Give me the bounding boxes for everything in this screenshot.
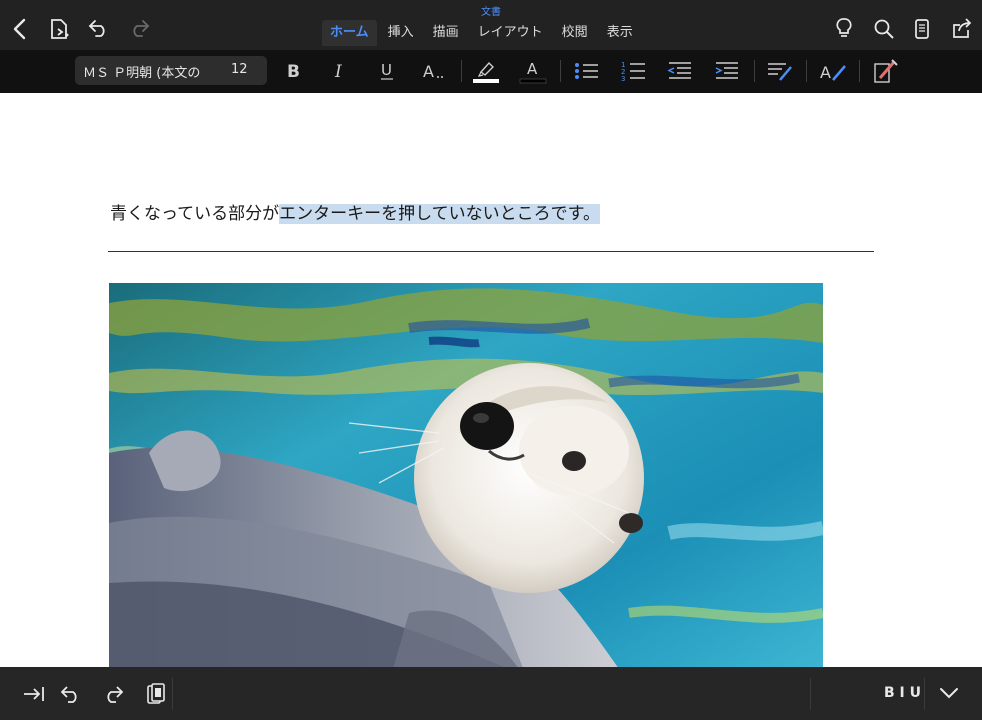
bullets-icon[interactable] (574, 58, 600, 84)
paste-icon[interactable] (146, 682, 166, 706)
svg-text:A: A (527, 60, 538, 78)
ribbon-tabs: ホーム 挿入 描画 レイアウト 校閲 表示 (322, 20, 644, 46)
tab-icon[interactable] (22, 684, 46, 704)
highlighted-text: エンターキーを押していないところです。 (279, 204, 600, 224)
document-title: 文書 (481, 7, 501, 18)
toolbar-separator (924, 678, 925, 710)
underline-icon[interactable]: U (376, 58, 398, 84)
ribbon-separator (754, 60, 755, 82)
ribbon-separator (560, 60, 561, 82)
ribbon-separator (461, 60, 462, 82)
svg-text:3: 3 (621, 75, 625, 82)
font-name[interactable]: ＭＳ Ｐ明朝 (本文の (83, 62, 208, 81)
horizontal-rule (108, 251, 874, 252)
tab-draw[interactable]: 描画 (425, 20, 467, 46)
undo-icon[interactable] (88, 18, 110, 38)
ribbon-separator (806, 60, 807, 82)
svg-text:A: A (820, 63, 831, 82)
font-selector[interactable]: ＭＳ Ｐ明朝 (本文の 12 (75, 56, 267, 85)
indent-icon[interactable] (714, 58, 740, 84)
italic-icon[interactable]: I (329, 58, 351, 84)
tab-view[interactable]: 表示 (599, 20, 641, 46)
document-paragraph[interactable]: 青くなっている部分がエンターキーを押していないところです。 (110, 199, 600, 224)
bold-icon[interactable]: B (282, 58, 304, 84)
file-icon[interactable] (50, 18, 70, 40)
share-icon[interactable] (951, 17, 973, 39)
highlighter-icon[interactable] (472, 58, 500, 84)
redo-icon[interactable] (102, 684, 124, 704)
toolbar-separator (172, 678, 173, 710)
text-effects-icon[interactable]: A (421, 58, 447, 84)
tab-review[interactable]: 校閲 (554, 20, 596, 46)
paragraph-text: 青くなっている部分が (110, 204, 280, 224)
clear-format-icon[interactable]: A (819, 58, 847, 84)
svg-text:I: I (334, 62, 342, 80)
redo-icon[interactable] (128, 18, 150, 38)
svg-text:A: A (423, 62, 434, 80)
biu-format-button[interactable]: B I U (884, 685, 921, 701)
sea-otter-photo[interactable] (109, 283, 823, 667)
tab-layout[interactable]: レイアウト (470, 20, 551, 46)
svg-text:B: B (287, 62, 300, 80)
search-icon[interactable] (873, 18, 895, 40)
back-icon[interactable] (10, 18, 30, 40)
undo-icon[interactable] (60, 684, 82, 704)
format-painter-icon[interactable] (872, 58, 900, 84)
styles-icon[interactable] (766, 58, 794, 84)
lightbulb-icon[interactable] (835, 17, 853, 39)
collapse-icon[interactable] (938, 685, 960, 701)
phone-view-icon[interactable] (914, 18, 930, 40)
font-size[interactable]: 12 (231, 62, 248, 77)
font-color-icon[interactable]: A (519, 58, 547, 84)
svg-text:U: U (381, 61, 392, 79)
numbering-icon[interactable]: 123 (621, 58, 647, 84)
toolbar-separator (810, 678, 811, 710)
document-page[interactable]: 青くなっている部分がエンターキーを押していないところです。 (0, 93, 982, 667)
outdent-icon[interactable] (667, 58, 693, 84)
ribbon-separator (859, 60, 860, 82)
tab-insert[interactable]: 挿入 (380, 20, 422, 46)
tab-home[interactable]: ホーム (322, 20, 377, 46)
